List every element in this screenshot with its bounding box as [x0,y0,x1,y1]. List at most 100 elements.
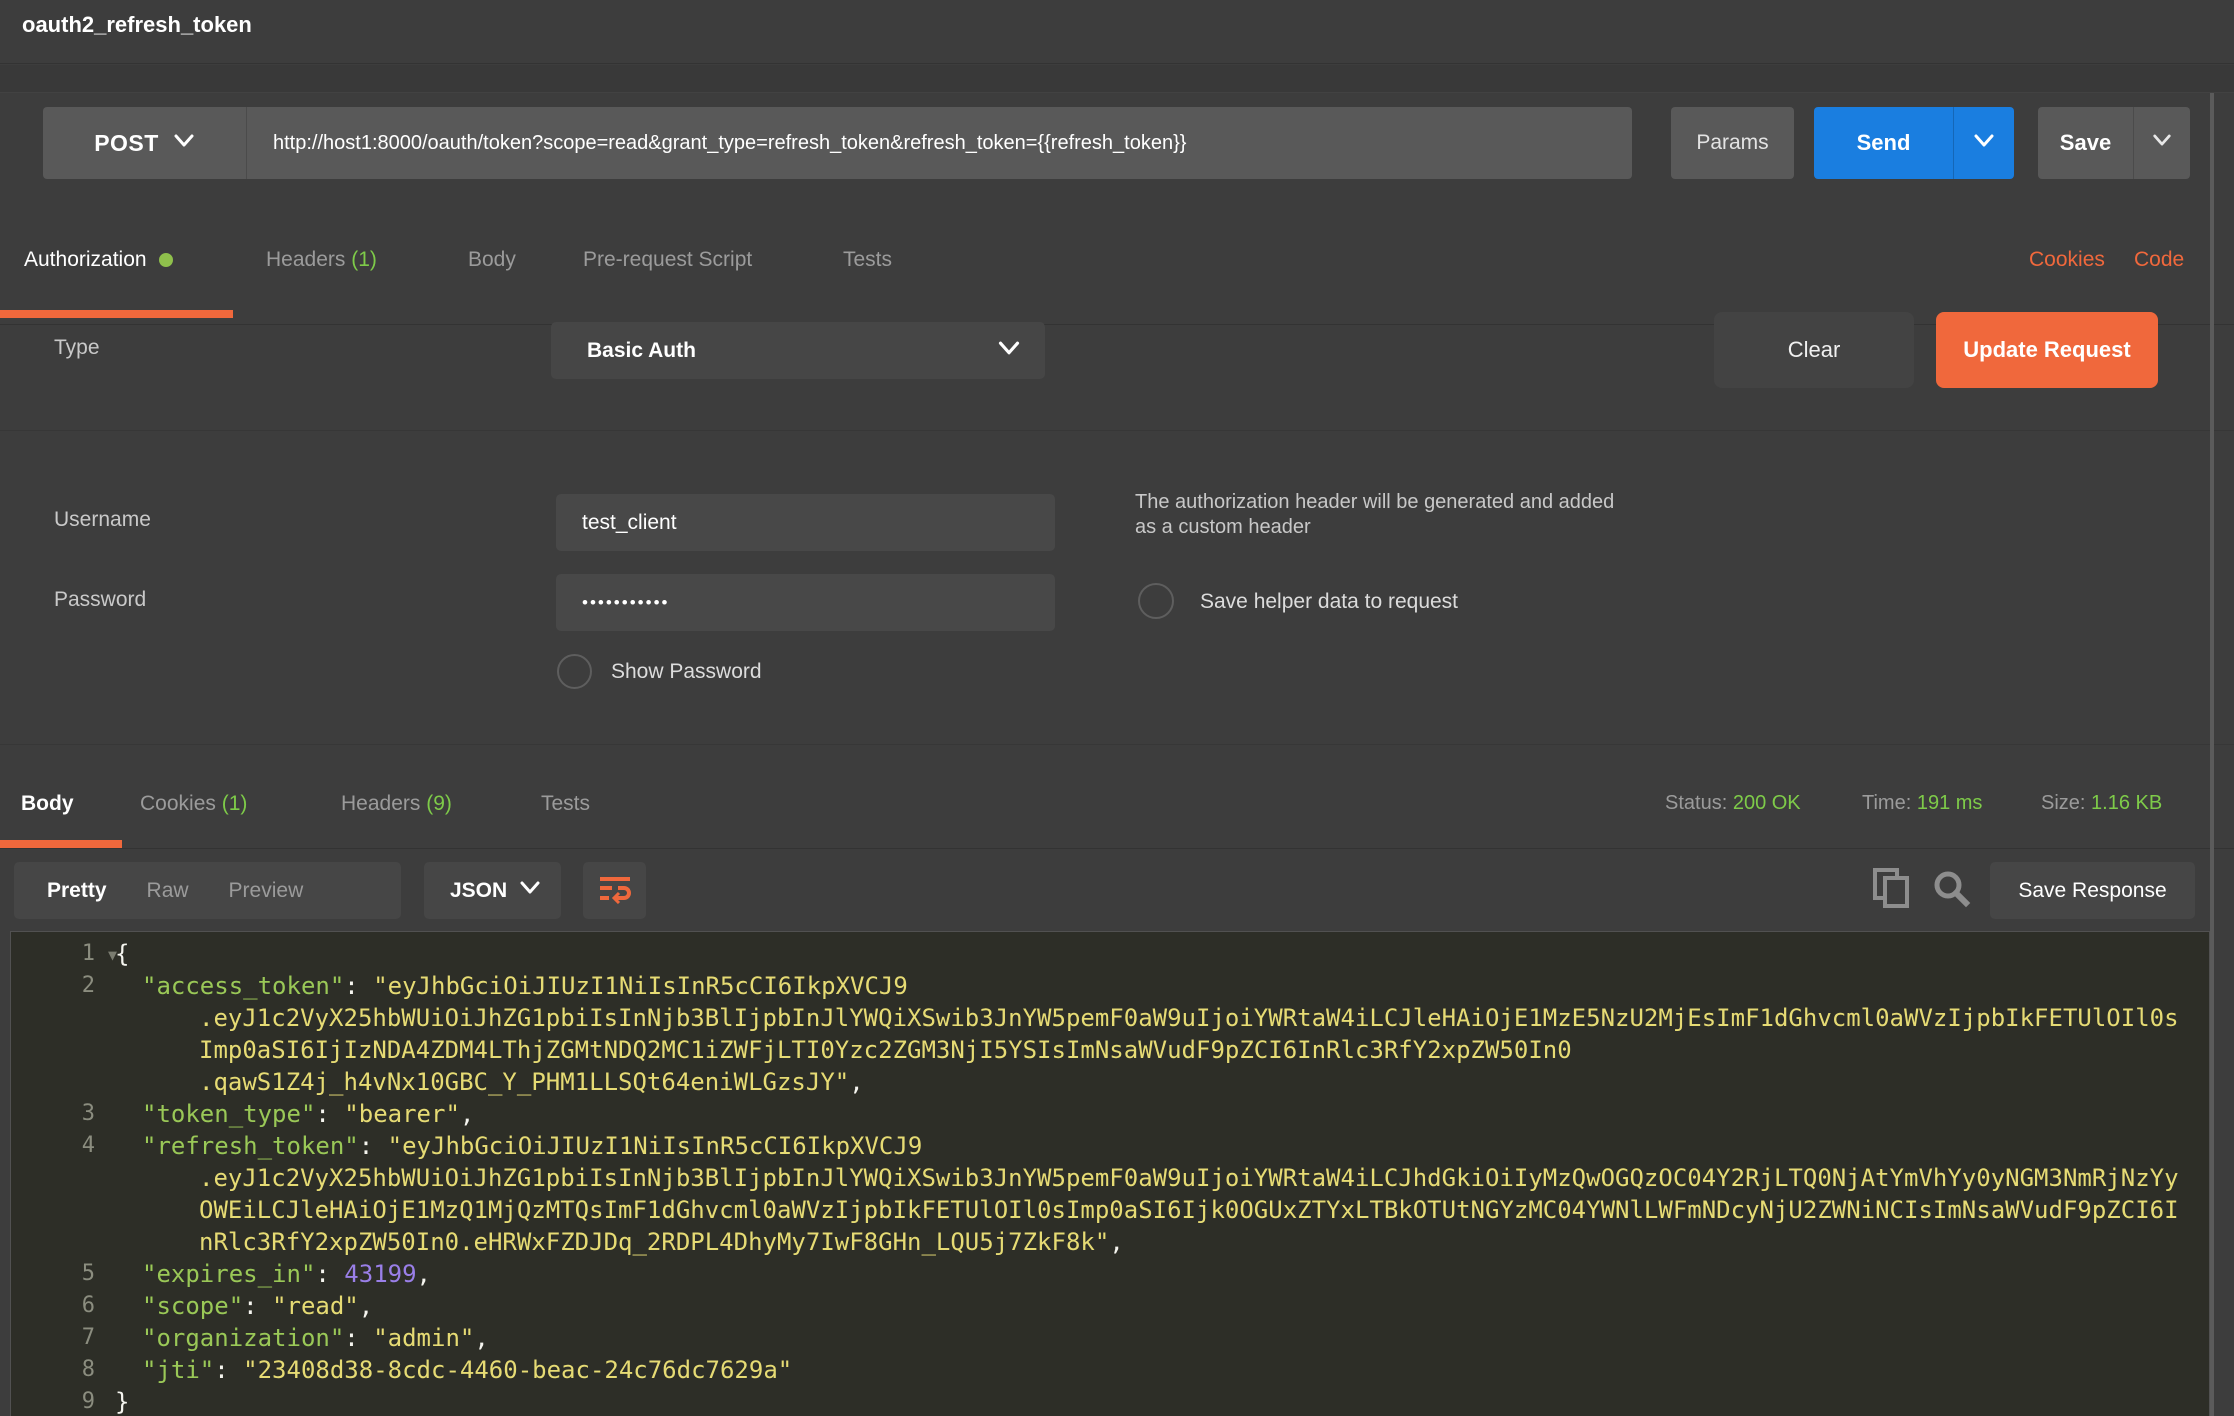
password-label: Password [54,588,146,612]
send-button[interactable]: Send [1814,107,1953,179]
save-helper-label: Save helper data to request [1200,590,1458,614]
line-number [11,1194,95,1226]
response-body-viewer[interactable]: 1▼{2"access_token": "eyJhbGciOiJIUzI1NiI… [10,931,2210,1416]
line-number [11,1162,95,1194]
line-number: 6 [11,1290,95,1322]
fold-caret-icon[interactable]: ▼ [108,939,117,971]
url-input[interactable] [247,107,1632,179]
response-status: Status: 200 OK [1665,792,1801,815]
save-button[interactable]: Save [2038,107,2133,179]
code-link[interactable]: Code [2134,248,2184,272]
chevron-down-icon [173,133,195,154]
auth-type-dropdown[interactable]: Basic Auth [551,322,1045,379]
response-view-switch: Pretty Raw Preview [14,862,401,919]
chevron-down-icon [997,340,1021,362]
view-preview[interactable]: Preview [209,879,324,903]
save-button-group: Save [2038,107,2190,179]
auth-type-value: Basic Auth [587,339,696,363]
code-line: 2"access_token": "eyJhbGciOiJIUzI1NiIsIn… [11,970,2209,1002]
clear-button[interactable]: Clear [1714,312,1914,388]
search-icon [1931,896,1971,911]
tab-tests[interactable]: Tests [843,248,892,272]
response-tabs: Body Cookies (1) Headers (9) Tests Statu… [0,766,2234,849]
chevron-down-icon [2152,133,2172,153]
active-tab-underline [0,310,233,318]
response-format-value: JSON [450,879,507,903]
method-label: POST [94,130,159,157]
builder-strip [0,65,2234,93]
password-field[interactable] [556,574,1055,631]
tab-body[interactable]: Body [468,248,516,272]
response-size: Size: 1.16 KB [2041,792,2162,815]
line-number: 8 [11,1354,95,1386]
username-label: Username [54,508,151,532]
request-tabs: Authorization Headers (1) Body Pre-reque… [0,224,2234,325]
show-password-radio[interactable] [557,654,592,689]
request-title-bar: oauth2_refresh_token [0,0,2234,64]
tab-headers[interactable]: Headers (1) [266,248,377,272]
line-number: 5 [11,1258,95,1290]
save-helper-radio[interactable] [1138,583,1174,619]
response-tab-body[interactable]: Body [21,792,74,816]
code-line: 4"refresh_token": "eyJhbGciOiJIUzI1NiIsI… [11,1130,2209,1162]
show-password-label: Show Password [611,660,762,684]
auth-configured-dot [159,253,173,267]
view-raw[interactable]: Raw [127,879,209,903]
line-number: 7 [11,1322,95,1354]
wrap-text-button[interactable] [583,862,646,919]
code-line: .eyJ1c2VyX25hbWUiOiJhZG1pbiIsInNjb3BlIjp… [11,1002,2209,1034]
active-response-tab-underline [0,840,122,848]
code-line: 9} [11,1386,2209,1416]
code-line: .qawS1Z4j_h4vNx10GBC_Y_PHM1LLSQt64eniWLG… [11,1066,2209,1098]
method-dropdown[interactable]: POST [43,107,247,179]
chevron-down-icon [519,880,541,901]
response-time: Time: 191 ms [1862,792,1982,815]
send-button-group: Send [1814,107,2014,179]
code-line: 5"expires_in": 43199, [11,1258,2209,1290]
section-divider [0,744,2234,745]
save-response-button[interactable]: Save Response [1990,862,2195,919]
code-line: .eyJ1c2VyX25hbWUiOiJhZG1pbiIsInNjb3BlIjp… [11,1162,2209,1194]
code-line: Imp0aSI6IjIzNDA4ZDM4LThjZGMtNDQ2MC1iZWFj… [11,1034,2209,1066]
line-number: 2 [11,970,95,1002]
username-field[interactable] [556,494,1055,551]
line-number [11,1002,95,1034]
code-line: 8"jti": "23408d38-8cdc-4460-beac-24c76dc… [11,1354,2209,1386]
copy-response-button[interactable] [1868,866,1914,912]
code-line: 7"organization": "admin", [11,1322,2209,1354]
request-tab-title: oauth2_refresh_token [22,12,252,38]
code-line: OWEiLCJleHAiOjE1MzQ1MjQzMTQsImF1dGhvcml0… [11,1194,2209,1226]
section-divider [0,430,2234,431]
tab-authorization[interactable]: Authorization [24,248,173,272]
save-options-button[interactable] [2133,107,2190,179]
auth-helper-note: The authorization header will be generat… [1135,490,1615,540]
response-format-dropdown[interactable]: JSON [424,862,561,919]
request-url-bar: POST [43,107,1632,179]
response-tab-tests[interactable]: Tests [541,792,590,816]
tab-prerequest-script[interactable]: Pre-request Script [583,248,752,272]
line-number [11,1034,95,1066]
params-button[interactable]: Params [1671,107,1794,179]
line-number: 1▼ [11,938,95,970]
chevron-down-icon [1973,133,1995,154]
copy-icon [1872,897,1910,912]
line-number: 9 [11,1386,95,1416]
line-number [11,1226,95,1258]
wrap-text-icon [598,874,632,907]
send-options-button[interactable] [1953,107,2014,179]
view-pretty[interactable]: Pretty [14,879,127,903]
code-line: 6"scope": "read", [11,1290,2209,1322]
search-response-button[interactable] [1928,866,1974,912]
postman-app: oauth2_refresh_token POST Params Send Sa… [0,0,2234,1416]
cookies-link[interactable]: Cookies [2029,248,2105,272]
response-tab-cookies[interactable]: Cookies (1) [140,792,247,816]
code-line: 3"token_type": "bearer", [11,1098,2209,1130]
line-number: 3 [11,1098,95,1130]
update-request-button[interactable]: Update Request [1936,312,2158,388]
code-line: nRlc3RfY2xpZW50In0.eHRWxFZDJDq_2RDPL4Dhy… [11,1226,2209,1258]
line-number: 4 [11,1130,95,1162]
line-number [11,1066,95,1098]
vertical-scrollbar[interactable] [2210,93,2214,1416]
response-tab-headers[interactable]: Headers (9) [341,792,452,816]
auth-type-label: Type [54,336,100,360]
